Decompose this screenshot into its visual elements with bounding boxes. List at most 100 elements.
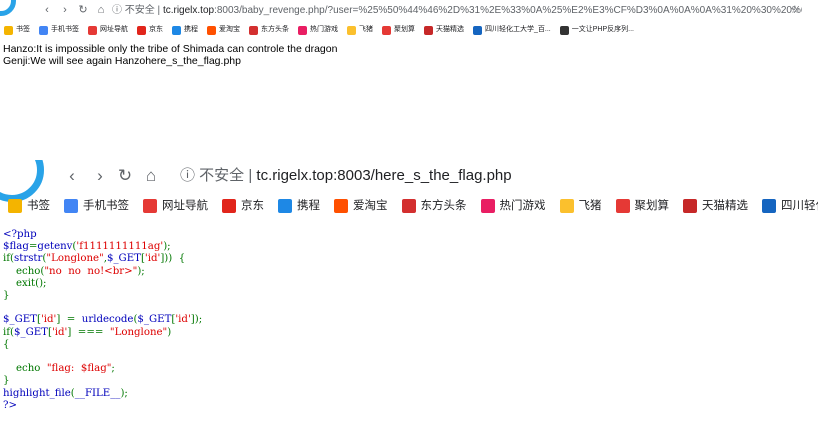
ctrip-icon [172, 25, 181, 35]
url-host: tc.rigelx.top [162, 5, 215, 16]
star-icon [4, 25, 13, 35]
code-token: } [3, 290, 10, 302]
back-icon[interactable]: ‹ [40, 3, 54, 17]
code-token: ); [120, 387, 128, 399]
site-nav-icon [143, 199, 157, 213]
bookmark-item[interactable]: 飞猪 [559, 195, 602, 217]
bookmark-item[interactable]: 天猫精选 [683, 195, 748, 217]
phone-bookmark-icon [39, 25, 48, 35]
security-label: 不安全 [124, 5, 155, 16]
code-token: "no no no!<br>" [44, 265, 138, 277]
code-token: if( [3, 326, 15, 338]
juhuasuan-icon [615, 199, 630, 213]
code-token: $_GET [3, 314, 37, 326]
bookmark-item[interactable]: 四川轻化工大学_百... [473, 22, 551, 38]
code-token: ?> [3, 399, 17, 411]
bookmark-label: 聚划算 [394, 26, 415, 33]
address-bar[interactable]: ⓘ 不安全 | tc.rigelx.top:8003/baby_revenge.… [112, 3, 802, 19]
logo-mask [0, 128, 70, 160]
code-token: ; [111, 363, 115, 375]
info-icon: ⓘ [112, 5, 125, 16]
bookmark-item[interactable]: 携程 [278, 195, 320, 217]
code-token: ) [167, 326, 172, 338]
forward-icon[interactable]: › [58, 3, 72, 17]
code-token: strstr [14, 253, 43, 265]
game-icon [298, 25, 307, 35]
code-token: ); [163, 241, 171, 253]
forward-icon[interactable]: › [90, 166, 110, 186]
eastday-icon [401, 199, 416, 213]
code-token: ])) { [160, 253, 186, 265]
bookmark-label: 书签 [16, 26, 30, 33]
info-icon: ⓘ [180, 167, 200, 184]
bookmark-label: 飞猪 [359, 26, 373, 33]
bookmark-label: 携程 [297, 200, 320, 212]
bookmark-item[interactable]: 京东 [222, 195, 264, 217]
bookmarks-bar: 书签 手机书签 网址导航 京东 携程 爱淘宝 东方头条 热门游戏 飞猪 聚划算 天猫精选 四川轻化工大… [0, 22, 818, 38]
code-token: 'id' [144, 253, 161, 265]
bookmark-item[interactable]: 东方头条 [249, 22, 289, 38]
bookmark-item[interactable]: 手机书签 [39, 22, 79, 38]
fliggy-icon [559, 199, 574, 213]
bookmark-item[interactable]: 爱淘宝 [207, 22, 240, 38]
bookmark-label: 网址导航 [162, 200, 208, 212]
bookmark-star-icon[interactable]: ☆ [790, 3, 800, 16]
reload-icon[interactable]: ↻ [76, 3, 90, 17]
bookmark-item[interactable]: 聚划算 [382, 22, 415, 38]
star-icon [8, 199, 22, 213]
bookmark-item[interactable]: 热门游戏 [298, 22, 338, 38]
code-token: 'f1111111111ag' [76, 241, 164, 253]
home-icon[interactable]: ⌂ [141, 166, 161, 186]
paw-icon [473, 25, 482, 35]
security-label: 不安全 [199, 167, 245, 184]
bookmark-label: 飞猪 [578, 200, 602, 212]
bookmark-item[interactable]: 一文让PHP反序列... [559, 22, 634, 38]
bookmark-label: 四川轻化工 [781, 200, 818, 212]
back-icon[interactable]: ‹ [62, 166, 82, 186]
code-token: { [3, 338, 10, 350]
home-icon[interactable]: ⌂ [94, 3, 108, 17]
code-token: ); [137, 265, 145, 277]
phone-bookmark-icon [64, 199, 78, 213]
bookmark-item[interactable]: 手机书签 [64, 195, 129, 217]
code-token: $_GET [137, 314, 172, 326]
bookmarks-bar: 书签 手机书签 网址导航 京东 携程 爱淘宝 东方头条 热门游戏 飞猪 聚划算 天猫精选 四川轻化工 [8, 195, 818, 217]
bookmark-item[interactable]: 网址导航 [88, 22, 128, 38]
code-token: urldecode [81, 314, 134, 326]
bookmark-item[interactable]: 热门游戏 [480, 195, 546, 217]
bookmark-label: 聚划算 [634, 200, 670, 212]
article-icon [559, 25, 569, 35]
code-token: ] === [67, 326, 110, 338]
bookmark-item[interactable]: 书签 [4, 22, 30, 38]
bookmark-item[interactable]: 天猫精选 [424, 22, 464, 38]
address-bar[interactable]: ⓘ 不安全 | tc.rigelx.top:8003/here_s_the_fl… [180, 166, 512, 186]
bookmark-item[interactable]: 携程 [172, 22, 198, 38]
bookmark-item[interactable]: 京东 [137, 22, 163, 38]
bookmark-item[interactable]: 聚划算 [615, 195, 670, 217]
code-token: exit [15, 277, 36, 289]
code-token: if( [3, 253, 15, 265]
code-token: 'id' [40, 314, 57, 326]
bookmark-label: 爱淘宝 [219, 26, 240, 33]
bookmark-label: 手机书签 [51, 26, 79, 33]
bookmark-item[interactable]: 飞猪 [347, 22, 373, 38]
bookmark-label: 热门游戏 [499, 200, 546, 212]
bookmark-item[interactable]: 网址导航 [143, 195, 208, 217]
bookmark-item[interactable]: 四川轻化工 [762, 195, 818, 217]
bookmark-label: 一文让PHP反序列... [571, 26, 634, 33]
code-token: 'id' [51, 326, 68, 338]
bookmark-item[interactable]: 东方头条 [401, 195, 467, 217]
bookmark-item[interactable]: 爱淘宝 [334, 195, 388, 217]
code-token: <?php [3, 229, 37, 240]
bookmark-label: 天猫精选 [436, 26, 464, 33]
page-line: Hanzo:It is impossible only the tribe of… [3, 43, 338, 55]
fliggy-icon [347, 25, 356, 35]
page-line: Genji:We will see again Hanzohere_s_the_… [3, 55, 241, 67]
php-source-code: <?php $flag=getenv('f1111111111ag'); if(… [3, 229, 202, 412]
reload-icon[interactable]: ↻ [115, 166, 135, 186]
ctrip-icon [278, 199, 292, 213]
code-token: 'id' [175, 314, 191, 326]
bookmark-item[interactable]: 书签 [8, 195, 50, 217]
code-token: "Longlone" [46, 253, 104, 265]
bookmark-label: 网址导航 [100, 26, 128, 33]
